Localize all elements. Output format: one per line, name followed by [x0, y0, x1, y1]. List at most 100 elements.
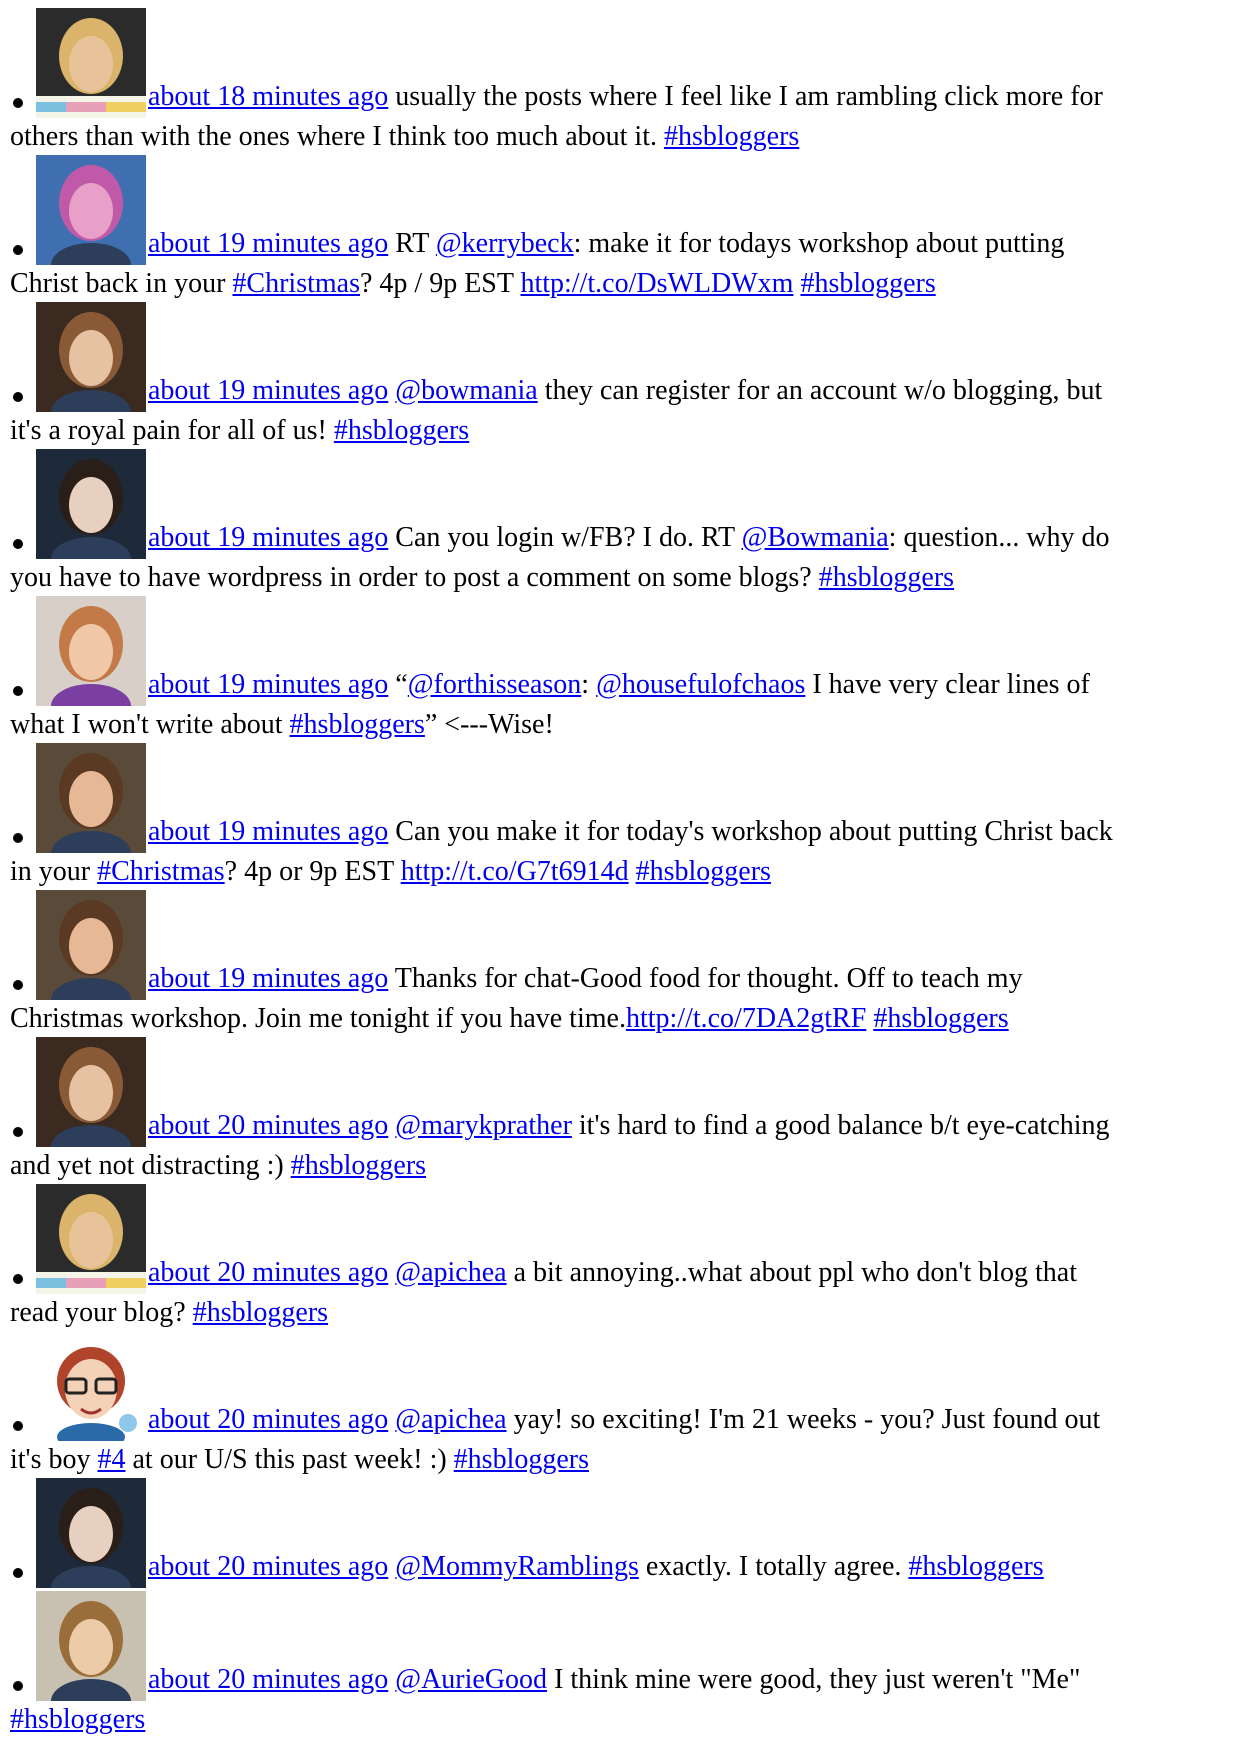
tweet-text: Can you login w/FB? I do. RT: [388, 522, 742, 553]
timestamp-link[interactable]: about 20 minutes ago: [148, 1110, 388, 1141]
timestamp-link[interactable]: about 19 minutes ago: [148, 669, 388, 700]
tweet-first-line: about 19 minutes ago RT @kerrybeck: make…: [148, 227, 1215, 261]
woman-blonde-hellomornings-avatar[interactable]: [36, 1184, 146, 1294]
tweet-text: and yet not distracting :): [10, 1150, 291, 1181]
tweet-text: they can register for an account w/o blo…: [537, 375, 1103, 406]
hashtag-link[interactable]: #hsbloggers: [193, 1297, 328, 1328]
woman-pink-photo-avatar[interactable]: [36, 155, 146, 265]
timestamp-link[interactable]: about 19 minutes ago: [148, 963, 388, 994]
woman-brown-hair-avatar[interactable]: [36, 1037, 146, 1147]
tweet-item: about 20 minutes ago @apichea yay! so ex…: [10, 1331, 1255, 1477]
tweet-continuation: it's boy #4 at our U/S this past week! :…: [10, 1443, 1255, 1477]
hashtag-link[interactable]: #Christmas: [232, 268, 360, 299]
tweet-text: I have very clear lines of: [805, 669, 1090, 700]
tweet-text: Christ back in your: [10, 268, 233, 299]
timestamp-link[interactable]: about 19 minutes ago: [148, 816, 388, 847]
tweet-item: about 20 minutes ago @apichea a bit anno…: [10, 1184, 1255, 1330]
tweet-item: about 19 minutes ago RT @kerrybeck: make…: [10, 155, 1255, 301]
woman-dark-hair-avatar[interactable]: [36, 449, 146, 559]
hashtag-link[interactable]: #hsbloggers: [664, 121, 799, 152]
hashtag-link[interactable]: #hsbloggers: [819, 562, 954, 593]
tweet-text: : question... why do: [888, 522, 1110, 553]
tweet-item: about 20 minutes ago @marykprather it's …: [10, 1037, 1255, 1183]
tweet-text: a bit annoying..what about ppl who don't…: [506, 1257, 1077, 1288]
hashtag-link[interactable]: #hsbloggers: [334, 415, 469, 446]
tweet-text: “: [388, 669, 408, 700]
hashtag-link[interactable]: #hsbloggers: [636, 856, 771, 887]
mention-link[interactable]: @forthisseason: [408, 669, 582, 700]
tweet-item: about 19 minutes ago Thanks for chat-Goo…: [10, 890, 1255, 1036]
url-link[interactable]: http://t.co/DsWLDWxm: [520, 268, 793, 299]
mention-link[interactable]: @kerrybeck: [436, 228, 574, 259]
woman-glasses-avatar[interactable]: [36, 890, 146, 1000]
timestamp-link[interactable]: about 18 minutes ago: [148, 81, 388, 112]
mention-link[interactable]: @MommyRamblings: [395, 1551, 639, 1582]
tweet-header-line: about 20 minutes ago @AurieGood I think …: [10, 1591, 1255, 1707]
woman-brown-hair-avatar[interactable]: [36, 302, 146, 412]
timestamp-link[interactable]: about 19 minutes ago: [148, 522, 388, 553]
timestamp-link[interactable]: about 20 minutes ago: [148, 1257, 388, 1288]
woman-dark-hair-avatar[interactable]: [36, 1478, 146, 1588]
tweet-text: : make it for todays workshop about putt…: [573, 228, 1065, 259]
timestamp-link[interactable]: about 19 minutes ago: [148, 228, 388, 259]
timestamp-link[interactable]: about 20 minutes ago: [148, 1404, 388, 1435]
url-link[interactable]: http://t.co/G7t6914d: [401, 856, 629, 887]
hashtag-link[interactable]: #hsbloggers: [800, 268, 935, 299]
hashtag-link[interactable]: #hsbloggers: [291, 1150, 426, 1181]
tweet-text: you have to have wordpress in order to p…: [10, 562, 819, 593]
mention-link[interactable]: @housefulofchaos: [596, 669, 805, 700]
timestamp-link[interactable]: about 19 minutes ago: [148, 375, 388, 406]
tweet-continuation: Christmas workshop. Join me tonight if y…: [10, 1002, 1255, 1036]
tweet-text: what I won't write about: [10, 709, 290, 740]
url-link[interactable]: http://t.co/7DA2gtRF: [626, 1003, 866, 1034]
tweet-item: about 18 minutes ago usually the posts w…: [10, 8, 1255, 154]
hashtag-link[interactable]: #hsbloggers: [290, 709, 425, 740]
woman-purple-avatar[interactable]: [36, 596, 146, 706]
woman-glasses-avatar[interactable]: [36, 743, 146, 853]
tweet-text: ” <---Wise!: [424, 709, 554, 740]
tweet-text: it's boy: [10, 1444, 98, 1475]
tweet-header-line: about 20 minutes ago @MommyRamblings exa…: [10, 1478, 1255, 1594]
woman-curly-hair-avatar[interactable]: [36, 1591, 146, 1701]
hashtag-link[interactable]: #Christmas: [97, 856, 225, 887]
hashtag-link[interactable]: #hsbloggers: [908, 1551, 1043, 1582]
tweet-text: [388, 1664, 395, 1695]
tweet-first-line: about 19 minutes ago Thanks for chat-Goo…: [148, 962, 1215, 996]
mention-link[interactable]: @bowmania: [395, 375, 537, 406]
cartoon-glasses-avatar[interactable]: [36, 1331, 146, 1441]
mention-link[interactable]: @marykprather: [395, 1110, 572, 1141]
tweet-item: about 20 minutes ago @MommyRamblings exa…: [10, 1478, 1255, 1594]
tweet-text: it's hard to find a good balance b/t eye…: [571, 1110, 1110, 1141]
tweet-text: ? 4p / 9p EST: [359, 268, 521, 299]
bullet-icon: [13, 98, 23, 108]
hashtag-link[interactable]: #4: [98, 1444, 126, 1475]
tweet-continuation: others than with the ones where I think …: [10, 120, 1255, 154]
tweet-first-line: about 20 minutes ago @apichea yay! so ex…: [148, 1403, 1215, 1437]
tweet-first-line: about 19 minutes ago @bowmania they can …: [148, 374, 1215, 408]
woman-blonde-hellomornings-avatar[interactable]: [36, 8, 146, 118]
tweet-text: RT: [388, 228, 436, 259]
timestamp-link[interactable]: about 20 minutes ago: [148, 1551, 388, 1582]
mention-link[interactable]: @apichea: [395, 1257, 506, 1288]
tweet-header-line: about 20 minutes ago @marykprather it's …: [10, 1037, 1255, 1153]
tweet-first-line: about 20 minutes ago @MommyRamblings exa…: [148, 1550, 1215, 1584]
tweet-header-line: about 19 minutes ago Thanks for chat-Goo…: [10, 890, 1255, 1006]
mention-link[interactable]: @AurieGood: [395, 1664, 547, 1695]
hashtag-link[interactable]: #hsbloggers: [10, 1704, 145, 1735]
tweet-continuation: and yet not distracting :) #hsbloggers: [10, 1149, 1255, 1183]
tweet-text: in your: [10, 856, 98, 887]
mention-link[interactable]: @apichea: [395, 1404, 506, 1435]
tweet-first-line: about 19 minutes ago Can you login w/FB?…: [148, 521, 1215, 555]
tweet-text: others than with the ones where I think …: [10, 121, 664, 152]
tweet-continuation: what I won't write about #hsbloggers” <-…: [10, 708, 1255, 742]
hashtag-link[interactable]: #hsbloggers: [873, 1003, 1008, 1034]
timestamp-link[interactable]: about 20 minutes ago: [148, 1664, 388, 1695]
tweet-first-line: about 19 minutes ago Can you make it for…: [148, 815, 1215, 849]
tweet-first-line: about 20 minutes ago @marykprather it's …: [148, 1109, 1215, 1143]
tweet-text: Christmas workshop. Join me tonight if y…: [10, 1003, 626, 1034]
hashtag-link[interactable]: #hsbloggers: [454, 1444, 589, 1475]
tweet-first-line: about 20 minutes ago @AurieGood I think …: [148, 1663, 1215, 1697]
tweet-header-line: about 20 minutes ago @apichea yay! so ex…: [10, 1331, 1255, 1447]
bullet-icon: [13, 245, 23, 255]
mention-link[interactable]: @Bowmania: [742, 522, 889, 553]
